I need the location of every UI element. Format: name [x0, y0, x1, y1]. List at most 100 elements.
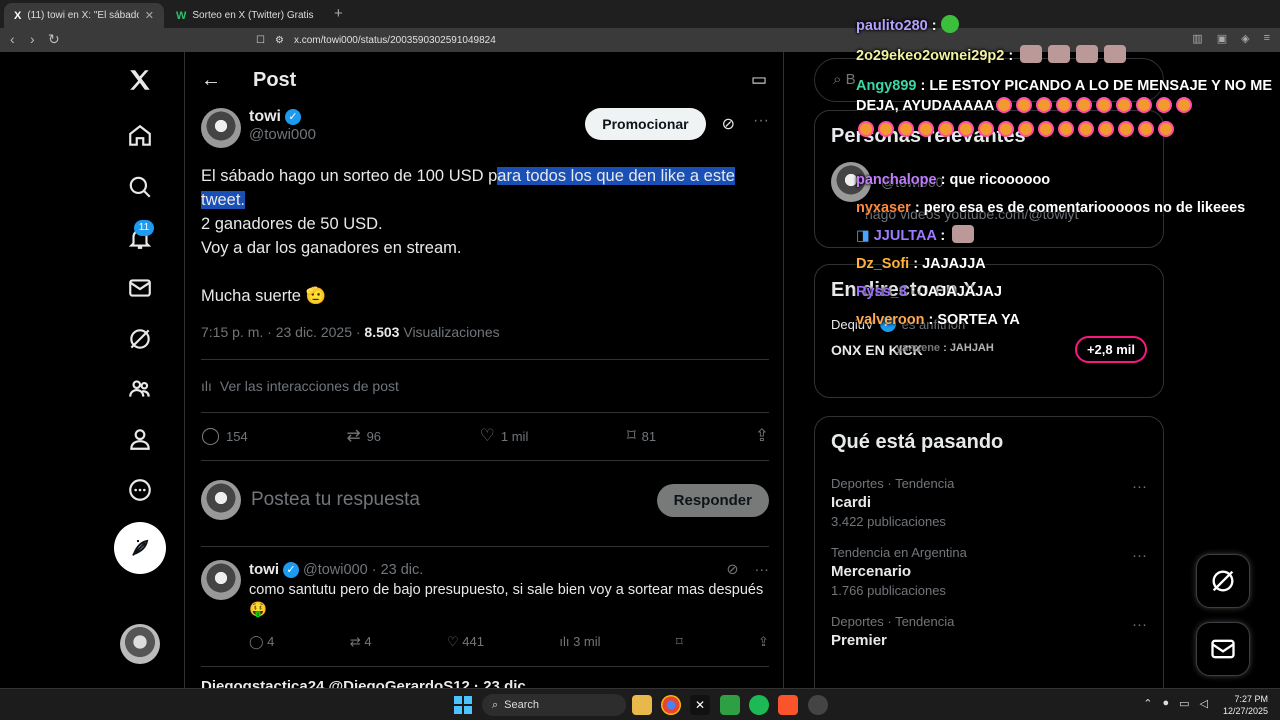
windows-start-icon[interactable]	[454, 696, 472, 714]
menu-icon[interactable]: ≡	[1264, 32, 1270, 45]
post-interactions-link[interactable]: ılı Ver las interacciones de post	[201, 378, 399, 394]
display-icon[interactable]: ▭	[1179, 697, 1189, 710]
emote-icon	[1118, 121, 1134, 137]
more-options-icon[interactable]: ···	[1132, 478, 1147, 495]
sidebar-icon[interactable]: ▥	[1192, 32, 1202, 45]
trend-item[interactable]: Deportes · Tendencia Icardi 3.422 public…	[815, 468, 1163, 537]
shield-icon[interactable]: ◈	[1241, 32, 1249, 45]
promote-button[interactable]: Promocionar	[585, 108, 706, 140]
feather-icon	[132, 539, 149, 556]
chat-message: panchalope : que ricoooooo	[856, 172, 1051, 188]
author-handle[interactable]: @towi000	[249, 126, 577, 143]
author-name[interactable]: towi	[249, 108, 281, 126]
repost-action[interactable]: ⇄ 96	[346, 426, 381, 446]
more-options-icon[interactable]: ···	[1132, 547, 1147, 564]
back-icon[interactable]: ‹	[10, 31, 15, 47]
trend-item[interactable]: Deportes · Tendencia Premier ···	[815, 606, 1163, 660]
wallet-icon[interactable]: ▣	[1217, 32, 1227, 45]
author-avatar[interactable]	[201, 108, 241, 148]
bookmark-action[interactable]: ⌑ 81	[627, 426, 656, 446]
system-clock[interactable]: 7:27 PM 12/27/2025	[1223, 693, 1268, 717]
messages-icon[interactable]	[126, 274, 154, 302]
more-options-icon[interactable]: ···	[755, 560, 770, 580]
explore-icon[interactable]	[126, 173, 154, 201]
tab-active[interactable]: X (11) towi en X: "El sábado hago u... ✕	[4, 3, 164, 28]
reply-action[interactable]: ◯ 4	[249, 632, 274, 652]
x-app-icon[interactable]: ✕	[690, 695, 710, 715]
spotify-icon[interactable]	[749, 695, 769, 715]
taskbar-search[interactable]: ⌕ Search	[482, 694, 626, 716]
emote-icon	[996, 97, 1013, 113]
views-action[interactable]: ılı 3 mil	[559, 632, 600, 652]
chevron-up-icon[interactable]: ⌃	[1143, 697, 1152, 710]
next-tweet-peek[interactable]: Diegogstactica24 @DiegoGerardoS12 · 23 d…	[201, 678, 530, 688]
app-icon[interactable]	[808, 695, 828, 715]
share-action[interactable]: ⇪	[755, 426, 769, 446]
emote-icon	[1098, 121, 1114, 137]
chat-emote-row	[856, 116, 1176, 144]
messages-fab-button[interactable]	[1196, 622, 1250, 676]
grok-explain-icon[interactable]: ⊘	[722, 114, 735, 134]
x-logo-icon[interactable]	[126, 66, 154, 94]
post-time[interactable]: 7:15 p. m. · 23 dic. 2025 ·	[201, 324, 361, 340]
site-info-icon[interactable]: ⚙	[275, 35, 284, 46]
close-tab-icon[interactable]: ✕	[145, 9, 154, 22]
forward-icon[interactable]: ›	[30, 31, 35, 47]
communities-icon[interactable]	[126, 375, 154, 403]
more-options-icon[interactable]: ···	[753, 112, 769, 130]
reply-text: como santutu pero de bajo presupuesto, s…	[249, 582, 764, 618]
trend-name: Mercenario	[831, 563, 912, 580]
home-icon[interactable]	[126, 122, 154, 150]
back-arrow-icon[interactable]: ←	[201, 69, 253, 92]
omnibox[interactable]: ☐ ⚙ x.com/towi000/status/200359030259104…	[256, 30, 856, 50]
divider	[201, 359, 769, 360]
repost-action[interactable]: ⇄ 4	[350, 632, 372, 652]
new-tab-button[interactable]: +	[334, 5, 343, 22]
page-title: Post	[253, 68, 297, 91]
volume-icon[interactable]: ◁	[1200, 697, 1208, 710]
microphone-icon[interactable]: ●	[1162, 697, 1169, 710]
url-text[interactable]: x.com/towi000/status/2003590302591049824	[294, 35, 496, 46]
chat-user: 2o29ekeo2ownei29p2	[856, 48, 1005, 64]
tab-wask[interactable]: W Sorteo en X (Twitter) Gratis - WASK	[166, 3, 326, 28]
grok-icon[interactable]	[126, 325, 154, 353]
reply-avatar[interactable]	[201, 560, 241, 600]
reply-author-name[interactable]: towi	[249, 560, 279, 580]
x-favicon-icon: X	[14, 9, 22, 22]
grok-fab-button[interactable]	[1196, 554, 1250, 608]
emote-icon	[1020, 45, 1043, 63]
brave-icon[interactable]	[778, 695, 798, 715]
author-names: towi ✓ @towi000	[249, 108, 577, 143]
chat-user: paulito280	[856, 18, 928, 34]
bookmark-icon[interactable]: ☐	[256, 35, 265, 46]
profile-icon[interactable]	[126, 425, 154, 453]
reply-button[interactable]: Responder	[656, 483, 769, 517]
compose-post-button[interactable]	[114, 522, 166, 574]
chat-text: SORTEA YA	[937, 312, 1020, 328]
reply-input[interactable]: Postea tu respuesta	[251, 489, 647, 511]
chat-user: Ryss_3	[856, 284, 907, 300]
like-action[interactable]: ♡ 441	[447, 632, 484, 652]
emote-icon	[858, 121, 874, 137]
reload-icon[interactable]: ↻	[48, 31, 60, 48]
more-icon[interactable]	[126, 476, 154, 504]
reader-mode-icon[interactable]: ▭	[751, 70, 767, 90]
more-options-icon[interactable]: ···	[1132, 616, 1147, 633]
account-avatar[interactable]	[120, 624, 160, 664]
bookmark-icon[interactable]: ⌑	[676, 632, 683, 652]
reply-handle[interactable]: @towi000 · 23 dic.	[303, 560, 722, 580]
reply-tweet[interactable]: towi ✓ @towi000 · 23 dic. ⊘ ··· como san…	[201, 560, 769, 652]
divider	[201, 666, 769, 667]
clock-date: 12/27/2025	[1222, 706, 1268, 716]
file-explorer-icon[interactable]	[632, 695, 652, 715]
reply-action[interactable]: ◯ 154	[201, 426, 248, 446]
share-icon[interactable]: ⇪	[758, 632, 769, 652]
chrome-icon[interactable]	[661, 695, 681, 715]
chat-user: panchalope	[856, 172, 937, 188]
xbox-icon[interactable]	[720, 695, 740, 715]
emote-icon	[1156, 97, 1173, 113]
like-action[interactable]: ♡ 1 mil	[480, 426, 529, 446]
grok-explain-icon[interactable]: ⊘	[726, 560, 738, 580]
trend-item[interactable]: Tendencia en Argentina Mercenario 1.766 …	[815, 537, 1163, 606]
trend-name: Premier	[831, 632, 887, 649]
